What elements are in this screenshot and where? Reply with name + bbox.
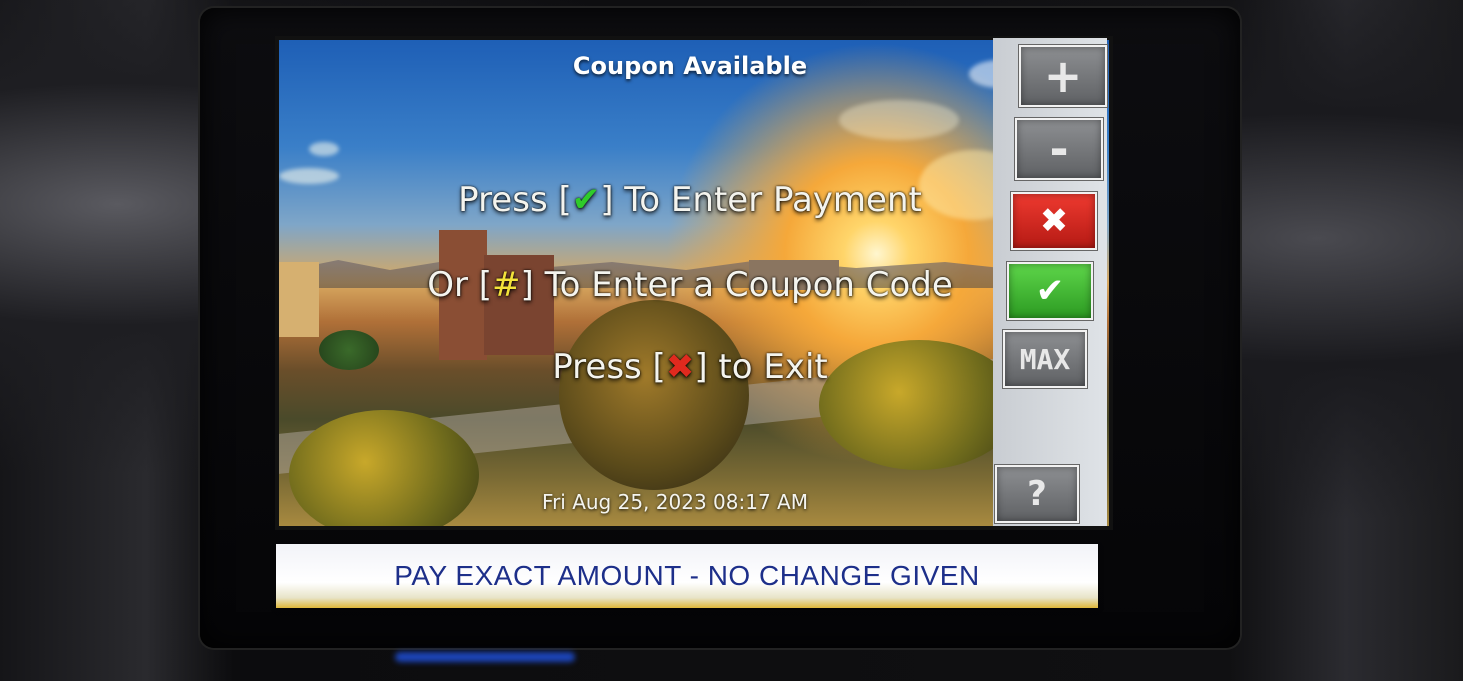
instruction-enter-payment: Press [✔] To Enter Payment — [275, 180, 1105, 220]
close-icon: ✖ — [1039, 201, 1069, 241]
x-icon: ✖ — [665, 347, 695, 387]
check-icon: ✔ — [1035, 271, 1065, 311]
max-label: MAX — [1019, 342, 1071, 376]
max-button[interactable]: MAX — [1003, 330, 1087, 388]
help-button[interactable]: ? — [995, 465, 1079, 523]
cloud — [839, 100, 959, 140]
date-time-display: Fri Aug 25, 2023 08:17 AM — [542, 490, 808, 514]
instruction-suffix: ] To Enter a Coupon Code — [520, 265, 953, 305]
instruction-enter-coupon: Or [#] To Enter a Coupon Code — [275, 265, 1105, 305]
instruction-suffix: ] To Enter Payment — [600, 180, 922, 220]
hash-icon: # — [492, 265, 521, 305]
tree — [559, 300, 749, 490]
confirm-button[interactable]: ✔ — [1007, 262, 1093, 320]
help-icon: ? — [1027, 474, 1047, 514]
instruction-prefix: Or [ — [427, 265, 493, 305]
instruction-prefix: Press [ — [458, 180, 572, 220]
screen-title: Coupon Available — [572, 52, 808, 80]
instruction-exit: Press [✖] to Exit — [275, 347, 1105, 387]
instruction-prefix: Press [ — [552, 347, 666, 387]
check-icon: ✔ — [571, 180, 601, 220]
sticker-text: PAY EXACT AMOUNT - NO CHANGE GIVEN — [394, 560, 980, 591]
minus-button[interactable]: - — [1015, 118, 1103, 180]
status-light — [395, 652, 575, 662]
cloud — [309, 142, 339, 156]
instruction-suffix: ] to Exit — [694, 347, 828, 387]
plus-button[interactable]: + — [1019, 45, 1107, 107]
exact-amount-sticker: PAY EXACT AMOUNT - NO CHANGE GIVEN — [276, 544, 1098, 608]
cancel-button[interactable]: ✖ — [1011, 192, 1097, 250]
plus-icon: + — [1043, 49, 1083, 103]
minus-icon: - — [1049, 122, 1069, 176]
